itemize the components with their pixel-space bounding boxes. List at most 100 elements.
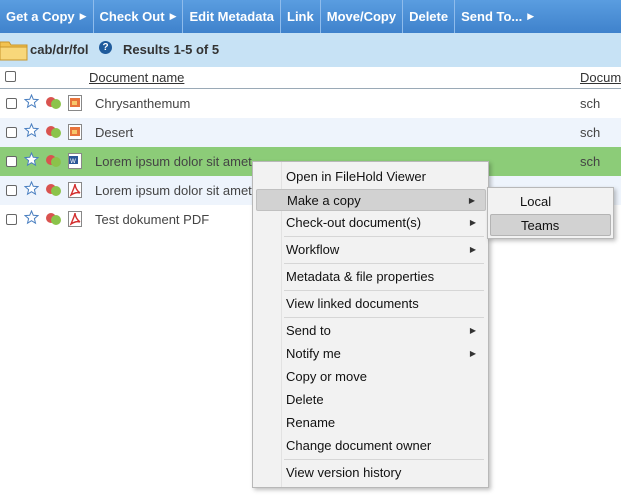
get-a-copy-button[interactable]: Get a Copy ▶ (0, 0, 94, 33)
row-checkbox[interactable] (6, 98, 17, 109)
star-icon[interactable] (24, 152, 39, 167)
breadcrumb[interactable]: cab/dr/fol (30, 42, 89, 57)
image-file-icon (68, 124, 82, 140)
submenu-item-label: Teams (521, 218, 560, 233)
select-all-checkbox[interactable] (5, 71, 16, 82)
link-icon[interactable] (45, 212, 63, 226)
submenu-arrow-icon: ▶ (469, 218, 476, 227)
document-owner: sch (580, 154, 601, 169)
menu-item-label: Rename (286, 415, 336, 430)
submenu-arrow-icon: ▶ (469, 326, 476, 335)
toolbar: Get a Copy ▶ Check Out ▶ Edit Metadata L… (0, 0, 621, 33)
menu-item-label: Notify me (286, 346, 341, 361)
submenu-make-a-copy: Local Teams (487, 187, 614, 239)
menu-item-metadata[interactable]: Metadata & file properties (283, 266, 486, 288)
table-header: Document name Docum (0, 67, 621, 89)
menu-item-label: View version history (286, 465, 402, 480)
column-header-document-owner[interactable]: Docum (580, 70, 621, 85)
menu-separator (284, 236, 484, 237)
star-icon[interactable] (24, 94, 39, 109)
menu-item-send-to[interactable]: Send to ▶ (283, 320, 486, 342)
submenu-item-label: Local (520, 194, 552, 209)
caret-right-icon: ▶ (169, 11, 177, 21)
link-icon[interactable] (45, 183, 63, 197)
star-icon[interactable] (24, 210, 39, 225)
menu-item-label: Copy or move (286, 369, 367, 384)
row-checkbox[interactable] (6, 156, 17, 167)
column-header-document-name[interactable]: Document name (89, 70, 184, 85)
word-file-icon: W (68, 153, 82, 169)
menu-separator (284, 290, 484, 291)
row-checkbox[interactable] (6, 127, 17, 138)
document-name[interactable]: Test dokument PDF (95, 212, 209, 227)
send-to-label: Send To... (461, 9, 523, 24)
link-label: Link (287, 9, 314, 24)
menu-item-copy-or-move[interactable]: Copy or move (283, 366, 486, 388)
edit-metadata-label: Edit Metadata (189, 9, 274, 24)
move-copy-label: Move/Copy (326, 9, 397, 24)
table-row[interactable]: Desert sch (0, 118, 621, 147)
star-icon[interactable] (24, 181, 39, 196)
submenu-item-local[interactable]: Local (518, 191, 610, 213)
menu-item-open-viewer[interactable]: Open in FileHold Viewer (283, 166, 486, 188)
menu-item-label: Delete (286, 392, 324, 407)
get-a-copy-label: Get a Copy (6, 9, 75, 24)
document-name[interactable]: Chrysanthemum (95, 96, 190, 111)
document-name[interactable]: Desert (95, 125, 133, 140)
image-file-icon (68, 95, 82, 111)
document-name[interactable]: Lorem ipsum dolor sit amet (95, 183, 252, 198)
menu-item-notify-me[interactable]: Notify me ▶ (283, 343, 486, 365)
menu-item-change-owner[interactable]: Change document owner (283, 435, 486, 457)
menu-item-label: Make a copy (287, 193, 361, 208)
menu-separator (284, 263, 484, 264)
svg-text:W: W (70, 158, 76, 165)
menu-item-make-a-copy[interactable]: Make a copy ▶ (256, 189, 486, 211)
check-out-label: Check Out (99, 9, 165, 24)
submenu-item-teams[interactable]: Teams (490, 214, 611, 236)
menu-item-label: Change document owner (286, 438, 432, 453)
menu-item-label: Send to (286, 323, 331, 338)
menu-item-label: Open in FileHold Viewer (286, 169, 426, 184)
edit-metadata-button[interactable]: Edit Metadata (183, 0, 281, 33)
results-count: Results 1-5 of 5 (123, 42, 220, 57)
caret-right-icon: ▶ (79, 11, 87, 21)
menu-item-workflow[interactable]: Workflow ▶ (283, 239, 486, 261)
menu-item-version-history[interactable]: View version history (283, 462, 486, 484)
folder-icon (0, 41, 28, 61)
pdf-file-icon (68, 182, 82, 198)
row-checkbox[interactable] (6, 214, 17, 225)
menu-item-label: Workflow (286, 242, 340, 257)
menu-separator (284, 459, 484, 460)
caret-right-icon: ▶ (527, 11, 535, 21)
menu-item-label: Check-out document(s) (286, 215, 422, 230)
menu-item-view-linked[interactable]: View linked documents (283, 293, 486, 315)
breadcrumb-bar: cab/dr/fol ? Results 1-5 of 5 (0, 33, 621, 67)
help-icon[interactable]: ? (99, 41, 112, 54)
link-icon[interactable] (45, 96, 63, 110)
context-menu: Open in FileHold Viewer Make a copy ▶ Che… (252, 161, 489, 488)
menu-item-rename[interactable]: Rename (283, 412, 486, 434)
link-icon[interactable] (45, 154, 63, 168)
table-row[interactable]: Chrysanthemum sch (0, 89, 621, 118)
star-icon[interactable] (24, 123, 39, 138)
row-checkbox[interactable] (6, 185, 17, 196)
link-icon[interactable] (45, 125, 63, 139)
send-to-button[interactable]: Send To... ▶ (455, 0, 540, 33)
document-owner: sch (580, 125, 601, 140)
menu-item-check-out[interactable]: Check-out document(s) ▶ (283, 212, 486, 234)
move-copy-button[interactable]: Move/Copy (321, 0, 404, 33)
menu-item-delete[interactable]: Delete (283, 389, 486, 411)
submenu-arrow-icon: ▶ (468, 196, 475, 205)
submenu-arrow-icon: ▶ (469, 245, 476, 254)
delete-button[interactable]: Delete (403, 0, 456, 33)
menu-item-label: View linked documents (286, 296, 419, 311)
menu-separator (284, 317, 484, 318)
document-owner: sch (580, 96, 601, 111)
menu-item-label: Metadata & file properties (286, 269, 435, 284)
delete-label: Delete (409, 9, 449, 24)
check-out-button[interactable]: Check Out ▶ (94, 0, 184, 33)
pdf-file-icon (68, 211, 82, 227)
submenu-arrow-icon: ▶ (469, 349, 476, 358)
link-button[interactable]: Link (281, 0, 321, 33)
document-name[interactable]: Lorem ipsum dolor sit amet (95, 154, 252, 169)
